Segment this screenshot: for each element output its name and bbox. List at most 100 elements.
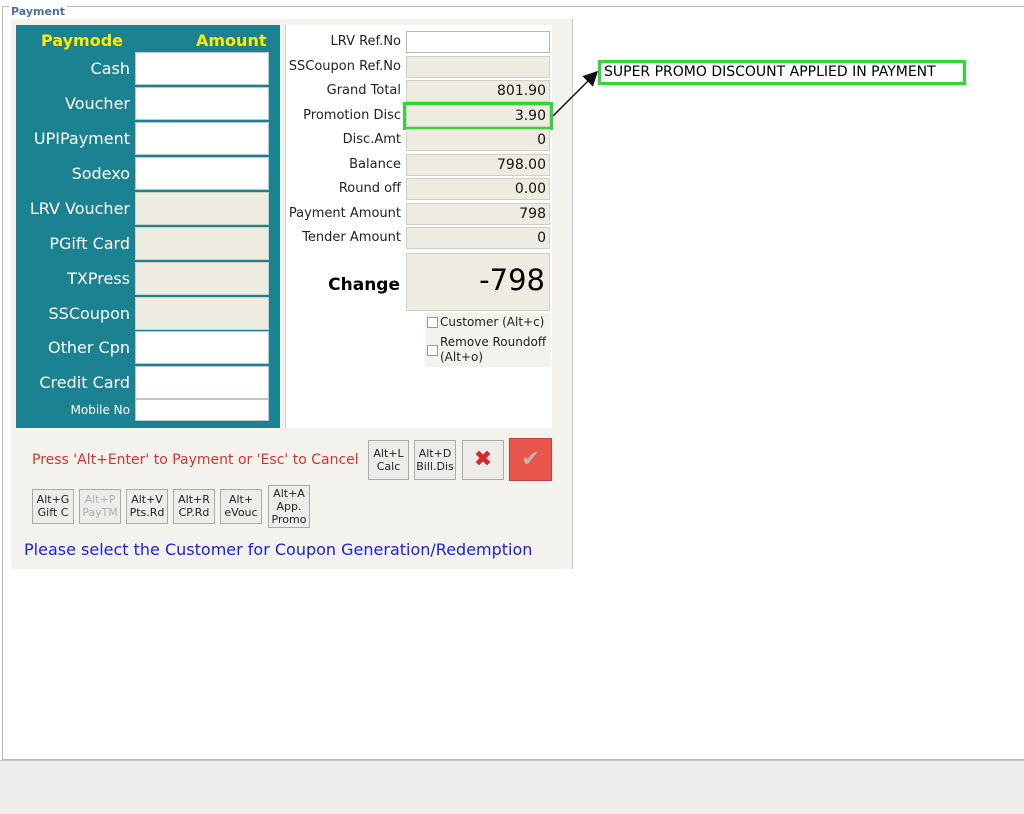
evoucher-label: eVouc: [224, 506, 258, 519]
points-redeem-label: Pts.Rd: [129, 506, 165, 519]
summary-row: Payment Amount 798: [286, 202, 552, 227]
frame-title: Payment: [9, 5, 68, 18]
paymode-label: SSCoupon: [48, 304, 131, 323]
apply-promo-label-2: Promo: [271, 513, 307, 526]
mobile-no-label: Mobile No: [70, 403, 131, 417]
paymode-label: Other Cpn: [48, 338, 130, 357]
gift-card-button[interactable]: Alt+G Gift C: [32, 489, 74, 524]
summary-row: Promotion Disc 3.90: [286, 102, 553, 130]
cancel-button[interactable]: ✖: [462, 440, 504, 480]
remove-roundoff-shortcut[interactable]: (Alt+o): [440, 350, 483, 364]
paymode-panel: Paymode Amount Cash Voucher UPIPayment S…: [16, 25, 280, 428]
round-off-label: Round off: [338, 181, 401, 196]
points-redeem-shortcut: Alt+V: [131, 493, 163, 506]
voucher-amount-input[interactable]: [135, 87, 269, 120]
summary-row: Grand Total 801.90: [286, 79, 552, 104]
panel-divider: [572, 19, 573, 569]
lrv-ref-label: LRV Ref.No: [330, 34, 401, 49]
customer-notice: Please select the Customer for Coupon Ge…: [24, 540, 533, 559]
paymode-label: UPIPayment: [33, 129, 130, 148]
paymode-label: Sodexo: [71, 164, 130, 183]
gift-card-shortcut: Alt+G: [36, 493, 70, 506]
apply-promo-shortcut: Alt+A: [273, 487, 305, 500]
paymode-row-sodexo: Sodexo: [16, 157, 280, 192]
payment-amount-value: 798: [406, 203, 550, 225]
remove-roundoff-label[interactable]: Remove Roundoff: [440, 335, 546, 349]
paymode-label: TXPress: [67, 269, 130, 288]
disc-amt-label: Disc.Amt: [342, 132, 401, 147]
lrv-voucher-amount-input: [135, 192, 269, 225]
payment-amount-label: Payment Amount: [288, 206, 401, 221]
summary-panel: LRV Ref.No SSCoupon Ref.No Grand Total 8…: [285, 25, 553, 428]
round-off-value: 0.00: [406, 178, 550, 200]
upipayment-amount-input[interactable]: [135, 122, 269, 155]
tender-amount-value: 0: [406, 227, 550, 249]
remove-roundoff-checkbox[interactable]: [427, 345, 438, 356]
apply-promo-button[interactable]: Alt+A App. Promo: [268, 485, 310, 528]
paymode-label: Voucher: [65, 94, 130, 113]
confirm-payment-button[interactable]: ✔: [509, 438, 552, 481]
balance-value: 798.00: [406, 154, 550, 176]
paymode-row-lrv-voucher: LRV Voucher: [16, 192, 280, 227]
summary-row: Round off 0.00: [286, 177, 552, 202]
paytm-button: Alt+P PayTM: [79, 489, 121, 524]
calc-button[interactable]: Alt+L Calc: [368, 440, 409, 480]
pgift-card-amount-input: [135, 227, 269, 260]
paymode-row-voucher: Voucher: [16, 87, 280, 122]
summary-row: SSCoupon Ref.No: [286, 55, 552, 80]
sscoupon-amount-input: [135, 297, 269, 330]
calc-shortcut: Alt+L: [373, 447, 404, 460]
points-redeem-button[interactable]: Alt+V Pts.Rd: [126, 489, 168, 524]
summary-row: Balance 798.00: [286, 153, 552, 178]
bottom-bar: [0, 760, 1024, 814]
paytm-label: PayTM: [82, 506, 118, 519]
gift-card-label: Gift C: [37, 506, 69, 519]
paymode-label: LRV Voucher: [29, 199, 130, 218]
evoucher-button[interactable]: Alt+ eVouc: [220, 489, 262, 524]
paymode-row-txpress: TXPress: [16, 262, 280, 297]
bill-dis-shortcut: Alt+D: [418, 447, 452, 460]
checkmark-icon: ✔: [521, 447, 540, 472]
coupon-redeem-button[interactable]: Alt+R CP.Rd: [173, 489, 215, 524]
bill-dis-button[interactable]: Alt+D Bill.Dis: [414, 440, 456, 480]
paymode-row-upipayment: UPIPayment: [16, 122, 280, 157]
promotion-disc-label: Promotion Disc: [303, 108, 401, 123]
grand-total-label: Grand Total: [326, 83, 401, 98]
summary-row: Disc.Amt 0: [286, 128, 552, 153]
amount-header: Amount: [196, 31, 267, 50]
calc-label: Calc: [376, 460, 401, 473]
sscoupon-ref-field: [406, 56, 550, 78]
paytm-shortcut: Alt+P: [84, 493, 116, 506]
summary-row: LRV Ref.No: [286, 30, 552, 55]
promotion-disc-value: 3.90: [403, 102, 553, 130]
other-cpn-amount-input[interactable]: [135, 331, 269, 364]
cash-amount-input[interactable]: [135, 52, 269, 85]
paymode-label: Credit Card: [39, 373, 130, 392]
bill-dis-label: Bill.Dis: [416, 460, 454, 473]
paymode-row-sscoupon: SSCoupon: [16, 297, 280, 332]
balance-label: Balance: [349, 157, 401, 172]
options-area: Customer (Alt+c) Remove Roundoff (Alt+o): [425, 313, 551, 367]
close-icon: ✖: [473, 447, 493, 472]
lrv-ref-input[interactable]: [406, 31, 550, 53]
coupon-redeem-label: CP.Rd: [178, 506, 210, 519]
txpress-amount-input: [135, 262, 269, 295]
change-value: -798: [406, 253, 550, 311]
credit-card-amount-input[interactable]: [135, 366, 269, 399]
paymode-label: PGift Card: [49, 234, 130, 253]
evoucher-shortcut: Alt+: [228, 493, 254, 506]
promo-callout: SUPER PROMO DISCOUNT APPLIED IN PAYMENT: [598, 60, 966, 85]
paymode-row-cash: Cash: [16, 52, 280, 87]
customer-checkbox[interactable]: [427, 317, 438, 328]
coupon-redeem-shortcut: Alt+R: [178, 493, 210, 506]
paymode-row-credit-card: Credit Card: [16, 366, 280, 401]
paymode-header: Paymode: [41, 31, 123, 50]
change-label: Change: [328, 275, 400, 295]
disc-amt-value: 0: [406, 129, 550, 151]
payment-hint: Press 'Alt+Enter' to Payment or 'Esc' to…: [32, 452, 359, 468]
tender-amount-label: Tender Amount: [302, 230, 401, 245]
customer-checkbox-label[interactable]: Customer (Alt+c): [440, 315, 544, 329]
mobile-no-input[interactable]: [135, 399, 269, 421]
paymode-row-other-cpn: Other Cpn: [16, 331, 280, 366]
sodexo-amount-input[interactable]: [135, 157, 269, 190]
